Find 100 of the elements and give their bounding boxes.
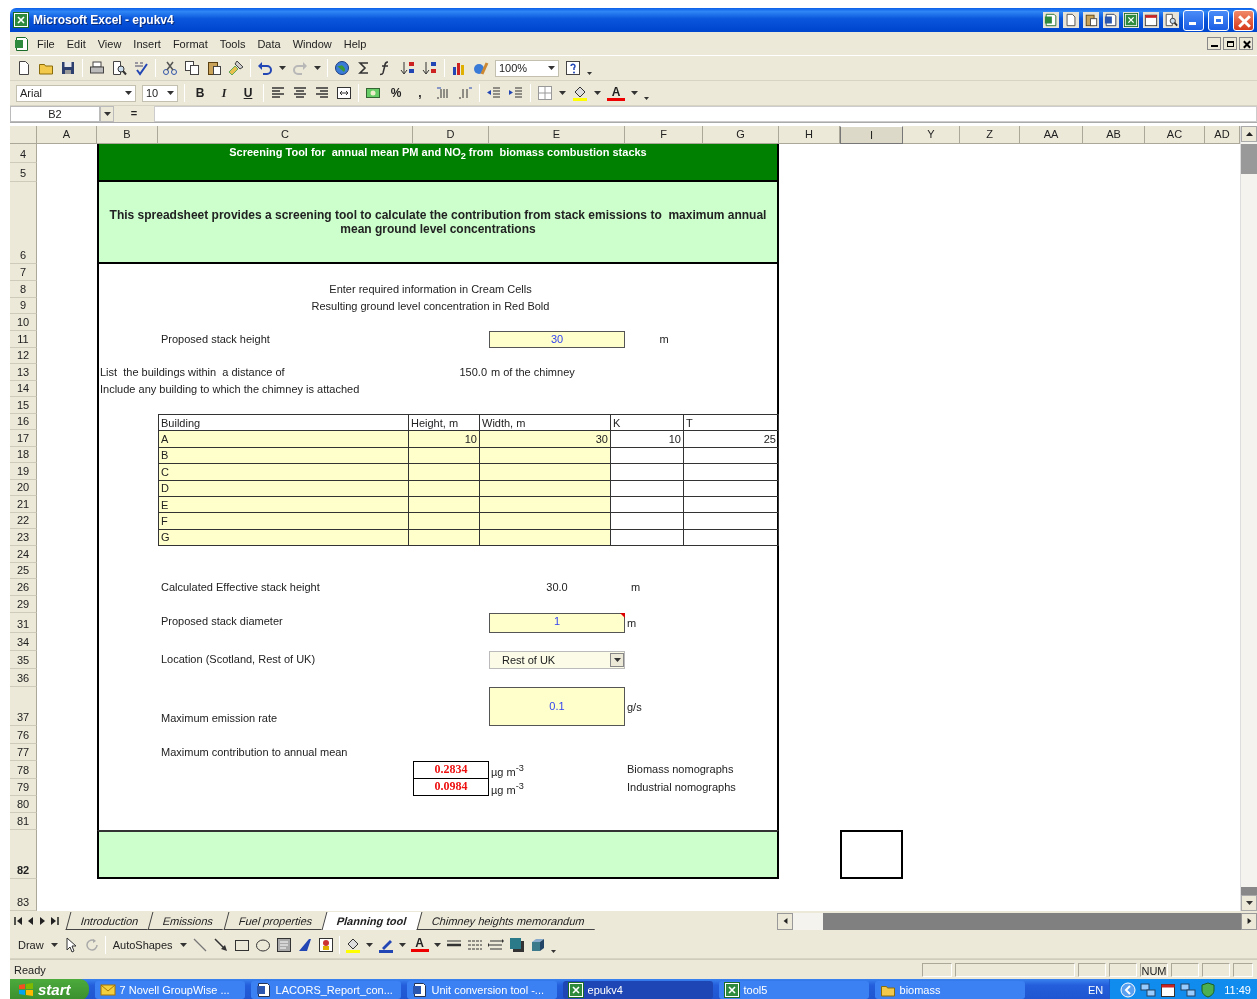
page-magnifier-icon[interactable] xyxy=(111,60,127,76)
column-header[interactable]: D xyxy=(413,126,489,144)
chevron-icon[interactable] xyxy=(550,950,556,953)
bar-chart-icon[interactable] xyxy=(451,60,467,76)
row-header[interactable]: 9 xyxy=(10,298,37,314)
language-indicator[interactable]: EN xyxy=(1088,983,1104,996)
line-icon[interactable] xyxy=(191,936,208,953)
column-header[interactable]: G xyxy=(703,126,779,144)
draw-menu-button[interactable]: Draw xyxy=(16,937,46,952)
stack-height-field[interactable]: 30 xyxy=(489,331,625,348)
column-header[interactable]: I xyxy=(840,126,903,144)
calendar-icon[interactable] xyxy=(1143,12,1159,28)
column-header[interactable]: C xyxy=(158,126,413,144)
sheet-tab[interactable]: Planning tool xyxy=(321,912,422,930)
name-box-dropdown[interactable] xyxy=(100,106,114,122)
equals-button[interactable]: = xyxy=(114,106,154,122)
row-header[interactable]: 6 xyxy=(10,182,37,264)
excel-logo-icon[interactable] xyxy=(1123,12,1139,28)
comma-button[interactable]: , xyxy=(411,84,429,102)
caret-icon[interactable] xyxy=(631,91,638,95)
formula-field[interactable] xyxy=(154,106,1257,122)
font-color-button[interactable]: A xyxy=(410,937,429,952)
caret-icon[interactable] xyxy=(433,942,441,947)
row-header[interactable]: 34 xyxy=(10,633,37,651)
sort-ascending-icon[interactable] xyxy=(400,60,416,76)
row-header[interactable]: 13 xyxy=(10,364,37,381)
column-header[interactable]: Z xyxy=(960,126,1020,144)
row-header[interactable]: 7 xyxy=(10,264,37,281)
spreadsheet-doc-icon[interactable] xyxy=(1043,12,1059,28)
bold-button[interactable]: B xyxy=(191,84,209,102)
scroll-up-button[interactable] xyxy=(1241,126,1257,142)
row-header[interactable]: 76 xyxy=(10,726,37,744)
row-header[interactable]: 29 xyxy=(10,596,37,613)
network-icon[interactable] xyxy=(1140,981,1157,998)
text-box-icon[interactable] xyxy=(275,936,292,953)
name-box[interactable]: B2 xyxy=(10,106,100,122)
caret-icon[interactable] xyxy=(398,942,406,947)
stack-diameter-field[interactable]: 1 xyxy=(489,613,625,633)
menu-item[interactable]: View xyxy=(92,35,127,52)
column-header[interactable]: F xyxy=(625,126,703,144)
restore-button[interactable] xyxy=(1223,37,1237,50)
row-header[interactable]: 37 xyxy=(10,687,37,726)
row-header[interactable]: 81 xyxy=(10,813,37,830)
borders-icon[interactable] xyxy=(537,85,553,101)
font-size-dropdown[interactable]: 10 xyxy=(142,84,178,102)
align-right-icon[interactable] xyxy=(314,85,330,101)
row-header[interactable]: 82 xyxy=(10,830,37,879)
selected-cell[interactable] xyxy=(840,830,903,879)
align-center-icon[interactable] xyxy=(292,85,308,101)
first-sheet-icon[interactable] xyxy=(14,916,23,926)
menu-item[interactable]: Window xyxy=(287,35,337,52)
row-header[interactable]: 78 xyxy=(10,761,37,779)
vertical-scrollbar[interactable] xyxy=(1240,126,1257,911)
page-icon[interactable] xyxy=(1063,12,1079,28)
row-header[interactable]: 14 xyxy=(10,381,37,397)
scroll-thumb[interactable] xyxy=(1241,144,1257,174)
page-icon[interactable] xyxy=(16,60,32,76)
row-header[interactable]: 31 xyxy=(10,613,37,633)
column-header[interactable]: AC xyxy=(1145,126,1205,144)
location-dropdown[interactable]: Rest of UK xyxy=(489,651,625,669)
scroll-down-button[interactable] xyxy=(1241,895,1257,911)
caret-icon[interactable] xyxy=(279,66,286,70)
comment-indicator-icon[interactable] xyxy=(620,613,625,618)
chevron-icon[interactable] xyxy=(644,97,649,100)
row-header[interactable]: 4 xyxy=(10,144,37,163)
underline-button[interactable]: U xyxy=(239,84,257,102)
arrow-icon[interactable] xyxy=(212,936,229,953)
row-header[interactable]: 26 xyxy=(10,579,37,596)
align-left-icon[interactable] xyxy=(270,85,286,101)
menu-item[interactable]: Insert xyxy=(128,35,166,52)
row-header[interactable]: 22 xyxy=(10,513,37,529)
indent-decrease-icon[interactable] xyxy=(486,85,502,101)
back-circle-icon[interactable] xyxy=(1120,981,1137,998)
taskbar-button[interactable]: tool5 xyxy=(718,980,869,999)
column-header[interactable]: E xyxy=(489,126,625,144)
minimize-button[interactable] xyxy=(1207,37,1221,50)
paint-bucket-icon[interactable] xyxy=(344,936,361,953)
banknote-icon[interactable] xyxy=(365,85,381,101)
scroll-left-button[interactable] xyxy=(777,912,793,930)
row-header[interactable]: 24 xyxy=(10,546,37,563)
row-header[interactable]: 80 xyxy=(10,796,37,813)
taskbar-button[interactable]: 7 Novell GroupWise ... xyxy=(94,980,245,999)
autoshapes-menu-button[interactable]: AutoShapes xyxy=(110,937,175,952)
caret-icon[interactable] xyxy=(365,942,373,947)
row-header[interactable]: 36 xyxy=(10,669,37,687)
clipboard-icon[interactable] xyxy=(206,60,222,76)
menu-item[interactable]: Data xyxy=(252,35,286,52)
italic-button[interactable]: I xyxy=(215,84,233,102)
previous-sheet-icon[interactable] xyxy=(26,916,35,926)
network-icon[interactable] xyxy=(1180,981,1197,998)
page-magnifier-icon[interactable] xyxy=(1163,12,1179,28)
oval-icon[interactable] xyxy=(254,936,271,953)
decimal-increase-icon[interactable] xyxy=(435,85,451,101)
taskbar-button[interactable]: LACORS_Report_con... xyxy=(250,980,401,999)
menu-item[interactable]: Help xyxy=(338,35,372,52)
caret-icon[interactable] xyxy=(314,66,321,70)
row-header[interactable]: 10 xyxy=(10,314,37,331)
menu-item[interactable]: File xyxy=(32,35,60,52)
row-header[interactable]: 23 xyxy=(10,529,37,546)
column-header[interactable]: AA xyxy=(1020,126,1083,144)
